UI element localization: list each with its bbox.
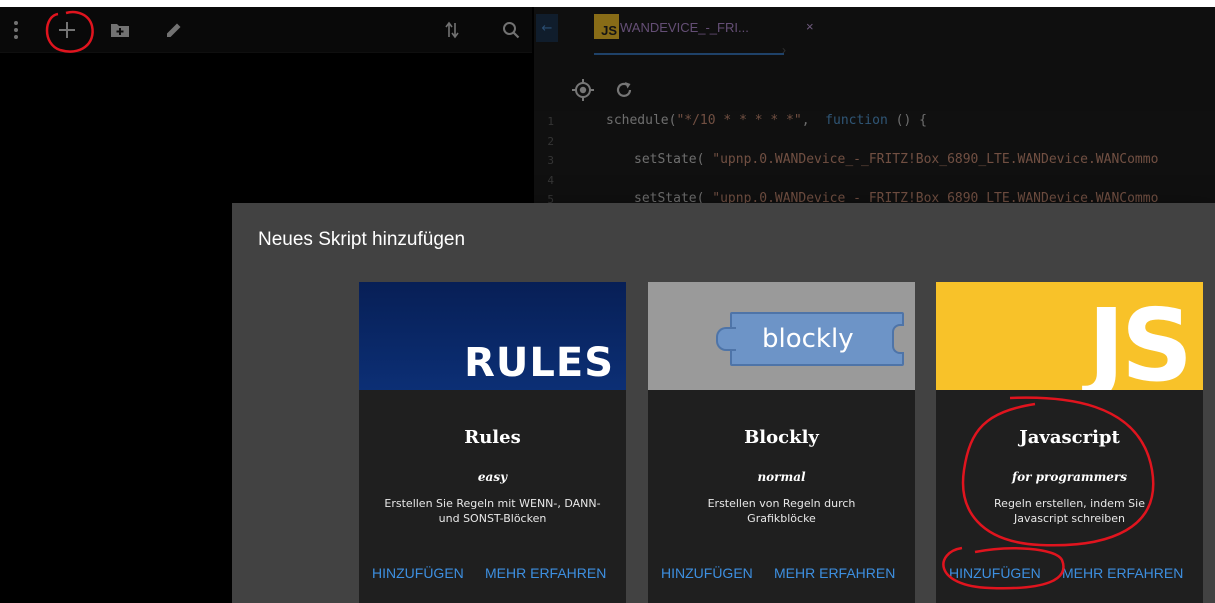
card-description: Regeln erstellen, indem Sie Javascript s… xyxy=(994,497,1145,525)
tab-active-indicator xyxy=(594,53,784,55)
code-token: function xyxy=(825,113,888,128)
search-icon[interactable] xyxy=(496,15,526,45)
add-javascript-button[interactable]: HINZUFÜGEN xyxy=(949,565,1041,581)
code-token: "upnp.0.WANDevice_-_FRITZ!Box_6890_LTE.W… xyxy=(712,152,1159,167)
rules-banner-text: RULES xyxy=(464,340,614,386)
collapse-arrow-icon[interactable]: ← xyxy=(536,14,558,42)
code-text: schedule("*/10 * * * * *", function () { xyxy=(606,113,927,128)
js-file-icon: JS xyxy=(594,14,619,39)
javascript-banner-text: JS xyxy=(1087,287,1193,390)
card-level: for programmers xyxy=(1012,470,1127,484)
card-name: Rules xyxy=(464,427,521,448)
code-token: , xyxy=(801,113,826,128)
rules-banner: RULES xyxy=(359,282,626,390)
puzzle-notch-right xyxy=(892,324,904,354)
new-script-dialog: Neues Skript hinzufügen RULES Rules easy… xyxy=(232,203,1215,603)
tab-title: WANDEVICE_-_FRI... xyxy=(620,20,749,35)
card-name: Javascript xyxy=(1019,427,1120,448)
more-vertical-icon[interactable] xyxy=(1,15,31,45)
code-line[interactable]: 1 schedule("*/10 * * * * *", function () … xyxy=(534,113,1215,133)
card-rules: RULES Rules easy Erstellen Sie Regeln mi… xyxy=(359,282,626,603)
blockly-banner-text: blockly xyxy=(762,324,854,354)
code-line[interactable]: 4 xyxy=(534,172,1215,192)
blockly-banner: blockly xyxy=(648,282,915,390)
chevron-right-icon[interactable]: › xyxy=(782,43,786,57)
script-list-toolbar xyxy=(0,7,532,53)
card-level: easy xyxy=(477,470,508,484)
refresh-icon[interactable] xyxy=(613,79,635,101)
code-line[interactable]: 2 xyxy=(534,133,1215,153)
learn-more-rules-button[interactable]: MEHR ERFAHREN xyxy=(485,565,606,581)
card-name: Blockly xyxy=(744,427,819,448)
edit-pencil-icon[interactable] xyxy=(159,15,189,45)
puzzle-notch-left xyxy=(716,327,736,351)
code-token: () { xyxy=(887,113,927,128)
card-level: normal xyxy=(757,470,806,484)
line-number: 2 xyxy=(547,134,554,148)
card-javascript: JS Javascript for programmers Regeln ers… xyxy=(936,282,1203,603)
code-token: setState( xyxy=(634,152,713,167)
code-token: "*/10 * * * * *" xyxy=(676,113,802,128)
code-text: setState( "upnp.0.WANDevice_-_FRITZ!Box_… xyxy=(634,152,1158,167)
learn-more-javascript-button[interactable]: MEHR ERFAHREN xyxy=(1062,565,1183,581)
dialog-title: Neues Skript hinzufügen xyxy=(258,229,466,250)
plus-icon[interactable] xyxy=(52,15,82,45)
blockly-puzzle-icon: blockly xyxy=(716,312,904,366)
card-description: Erstellen von Regeln durch Grafikblöcke xyxy=(707,497,856,525)
tab-wandevice[interactable]: JS WANDEVICE_-_FRI... × xyxy=(592,7,814,63)
line-number: 4 xyxy=(547,173,554,187)
editor-tabs: ← JS WANDEVICE_-_FRI... × › xyxy=(534,7,1215,65)
add-blockly-button[interactable]: HINZUFÜGEN xyxy=(661,565,753,581)
learn-more-blockly-button[interactable]: MEHR ERFAHREN xyxy=(774,565,895,581)
line-number: 1 xyxy=(547,115,554,128)
editor-toolbar xyxy=(534,65,1215,111)
app-window: ← JS WANDEVICE_-_FRI... × › 1 schedule("*… xyxy=(0,7,1215,603)
sort-icon[interactable] xyxy=(437,15,467,45)
code-line[interactable]: 3 setState( "upnp.0.WANDevice_-_FRITZ!Box… xyxy=(534,152,1215,172)
close-icon[interactable]: × xyxy=(806,19,814,34)
new-folder-icon[interactable] xyxy=(105,15,135,45)
target-icon[interactable] xyxy=(572,79,594,101)
add-rules-button[interactable]: HINZUFÜGEN xyxy=(372,565,464,581)
javascript-banner: JS xyxy=(936,282,1203,390)
card-description: Erstellen Sie Regeln mit WENN-, DANN- un… xyxy=(384,497,601,525)
line-number: 3 xyxy=(547,154,554,167)
code-token: schedule( xyxy=(606,113,677,128)
card-blockly: blockly Blockly normal Erstellen von Reg… xyxy=(648,282,915,603)
